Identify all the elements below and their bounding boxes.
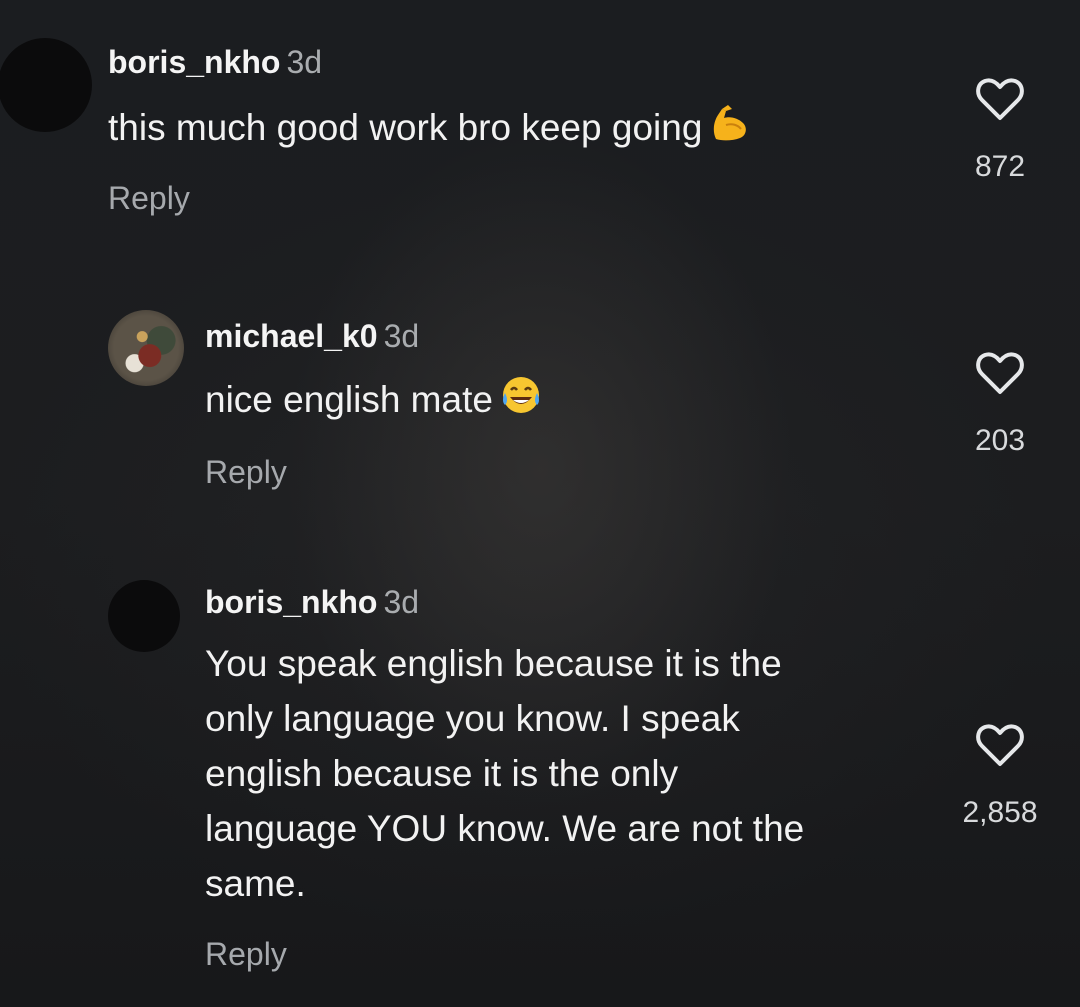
comment-text-content: this much good work bro keep going bbox=[108, 107, 703, 148]
avatar[interactable] bbox=[108, 580, 180, 652]
comment-text-content: nice english mate bbox=[205, 379, 493, 420]
comment-text: this much good work bro keep going bbox=[108, 100, 752, 160]
username[interactable]: boris_nkho bbox=[108, 44, 280, 80]
reply-button[interactable]: Reply bbox=[205, 936, 287, 973]
flexed-biceps-icon bbox=[708, 101, 752, 160]
comment-text-line: You speak english because it is the bbox=[205, 643, 782, 684]
comment-header: michael_k0 3d bbox=[205, 318, 419, 355]
avatar[interactable] bbox=[108, 310, 184, 386]
reply-button[interactable]: Reply bbox=[108, 180, 190, 217]
comment-text-line: same. bbox=[205, 863, 306, 904]
like-button[interactable]: 2,858 bbox=[940, 722, 1060, 830]
comment-header: boris_nkho 3d bbox=[108, 44, 322, 81]
tears-of-joy-icon bbox=[499, 373, 543, 432]
like-count: 2,858 bbox=[962, 796, 1038, 829]
username[interactable]: boris_nkho bbox=[205, 584, 377, 620]
heart-icon bbox=[976, 724, 1024, 766]
comment-text-line: language YOU know. We are not the bbox=[205, 808, 805, 849]
like-button[interactable]: 203 bbox=[940, 350, 1060, 458]
like-count: 203 bbox=[974, 424, 1026, 457]
like-button[interactable]: 872 bbox=[940, 76, 1060, 184]
comment-text: nice english mate bbox=[205, 372, 543, 432]
timestamp: 3d bbox=[383, 318, 420, 354]
comment-text-line: only language you know. I speak bbox=[205, 698, 740, 739]
heart-icon bbox=[976, 352, 1024, 394]
comment-text-line: english because it is the only bbox=[205, 753, 679, 794]
timestamp: 3d bbox=[286, 44, 323, 80]
username[interactable]: michael_k0 bbox=[205, 318, 378, 354]
heart-icon bbox=[976, 78, 1024, 120]
timestamp: 3d bbox=[383, 584, 420, 620]
reply-button[interactable]: Reply bbox=[205, 454, 287, 491]
comment-header: boris_nkho 3d bbox=[205, 584, 419, 621]
like-count: 872 bbox=[974, 150, 1026, 183]
comment-text: You speak english because it is the only… bbox=[205, 636, 925, 911]
avatar[interactable] bbox=[0, 38, 92, 132]
